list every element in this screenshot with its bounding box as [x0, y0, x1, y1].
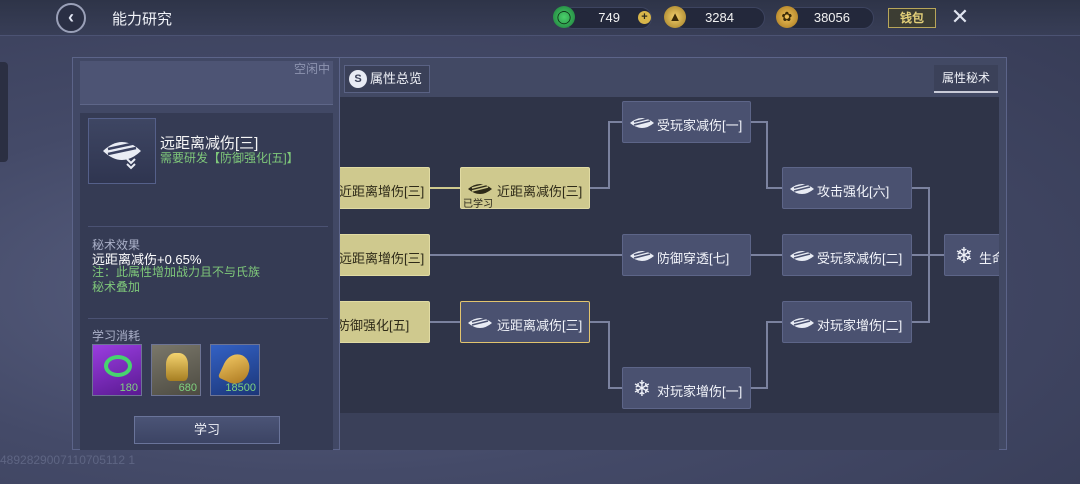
effect-note: 注：此属性增加战力且不与氏族 秘术叠加: [92, 265, 322, 295]
tree-connector: [766, 187, 782, 189]
gold-leaf-icon: ✿: [776, 6, 798, 28]
skill-requirement: 需要研发【防御强化[五]】: [160, 151, 299, 165]
overview-icon: S: [349, 70, 367, 88]
cost-item-leaf[interactable]: 18500: [210, 344, 260, 396]
back-button[interactable]: ‹: [56, 3, 86, 33]
tree-connector: [430, 254, 622, 256]
add-currency-button[interactable]: +: [638, 11, 651, 24]
skill-node-label: 生命: [979, 251, 999, 266]
tree-connector: [430, 321, 460, 323]
research-status: 空闲中: [294, 62, 331, 76]
cost-amount: 680: [178, 382, 197, 394]
skill-node-ranged-reduction-3[interactable]: 远距离减伤[三]: [460, 301, 590, 343]
leaf-currency-value: 38056: [813, 10, 850, 25]
skill-icon: [88, 118, 156, 184]
snowflake-icon: ❄: [954, 243, 974, 268]
defense-shield-icon: [103, 141, 141, 170]
tab-attribute-secrets[interactable]: 属性秘术: [934, 65, 998, 93]
divider: [88, 318, 328, 319]
tree-connector: [766, 121, 768, 189]
effect-note-line: 注：此属性增加战力且不与氏族: [92, 265, 261, 279]
tree-connector: [590, 187, 608, 189]
learned-tag: 已学习: [463, 199, 493, 210]
tree-connector: [608, 121, 622, 123]
tree-connector: [912, 254, 944, 256]
cost-amount: 180: [119, 382, 138, 394]
user-id: 4892829007110705112 1: [0, 453, 136, 467]
side-drawer-tab[interactable]: [0, 62, 8, 162]
attack-up-icon: [790, 317, 814, 328]
tree-connector: [608, 321, 610, 389]
close-button[interactable]: ✕: [946, 4, 974, 32]
attack-up-icon: [790, 183, 814, 194]
skill-node-label: 攻击强化[六]: [817, 184, 890, 199]
tree-connector: [766, 321, 768, 389]
gold-ingot-icon: ▲: [664, 6, 686, 28]
page-title: 能力研究: [112, 11, 173, 28]
tree-connector: [590, 321, 608, 323]
skill-node-defense-up-5[interactable]: 防御强化[五]: [340, 301, 430, 343]
skill-node-label: 防御强化[五]: [340, 318, 410, 333]
divider: [88, 226, 328, 227]
shield-reduction-icon: [790, 250, 814, 261]
tree-connector: [751, 254, 782, 256]
skill-node-melee-damage-3[interactable]: 近距离增伤[三]: [340, 167, 430, 209]
tree-bottom-bar: [340, 413, 999, 450]
jade-coin-icon: ◯: [553, 6, 575, 28]
tree-connector: [608, 121, 610, 189]
ingot-currency-value: 3284: [705, 10, 734, 25]
attribute-overview-button[interactable]: S 属性总览: [344, 65, 430, 93]
wallet-button[interactable]: 钱包: [888, 8, 936, 28]
skill-node-label: 近距离减伤[三]: [497, 184, 583, 199]
shield-reduction-icon: [630, 117, 654, 128]
skill-node-pvp-reduction-1[interactable]: 受玩家减伤[一]: [622, 101, 751, 143]
cost-title: 学习消耗: [92, 329, 141, 343]
tree-connector: [766, 321, 782, 323]
skill-node-attack-up-6[interactable]: 攻击强化[六]: [782, 167, 912, 209]
skill-node-pvp-reduction-2[interactable]: 受玩家减伤[二]: [782, 234, 912, 276]
skill-tree: 近距离增伤[三] 远距离增伤[三] 防御强化[五] 近距离减伤[三] 已学习 远…: [340, 97, 999, 413]
skill-node-label: 受玩家减伤[二]: [817, 251, 903, 266]
tree-connector: [430, 187, 460, 189]
shield-reduction-icon: [468, 317, 492, 328]
overview-label: 属性总览: [370, 71, 423, 86]
skill-node-label: 远距离增伤[三]: [340, 251, 425, 266]
snowflake-icon: ❄: [632, 376, 652, 401]
cost-amount: 18500: [225, 382, 256, 394]
skill-node-defense-pierce-7[interactable]: 防御穿透[七]: [622, 234, 751, 276]
jade-coin-icon: [104, 355, 132, 377]
skill-node-melee-reduction-3[interactable]: 近距离减伤[三] 已学习: [460, 167, 590, 210]
skill-node-label: 对玩家增伤[一]: [657, 384, 743, 399]
skill-node-label: 近距离增伤[三]: [340, 184, 425, 199]
skill-node-label: 远距离减伤[三]: [497, 318, 583, 333]
skill-node-pvp-damage-1[interactable]: ❄ 对玩家增伤[一]: [622, 367, 751, 409]
skill-node-label: 受玩家减伤[一]: [657, 118, 743, 133]
skill-node-life[interactable]: ❄ 生命: [944, 234, 999, 276]
skill-node-pvp-damage-2[interactable]: 对玩家增伤[二]: [782, 301, 912, 343]
skill-node-ranged-damage-3[interactable]: 远距离增伤[三]: [340, 234, 430, 276]
skill-node-label: 防御穿透[七]: [657, 251, 730, 266]
tree-connector: [608, 387, 622, 389]
gold-ingot-icon: [166, 353, 188, 381]
shield-pierce-icon: [630, 250, 654, 261]
skill-node-label: 对玩家增伤[二]: [817, 318, 903, 333]
chevron-left-icon: ‹: [68, 7, 74, 27]
jade-currency-value: 749: [598, 10, 620, 25]
effect-note-line: 秘术叠加: [92, 280, 141, 294]
close-icon: ✕: [950, 4, 970, 29]
learn-button[interactable]: 学习: [134, 416, 280, 444]
cost-item-jade[interactable]: 180: [92, 344, 142, 396]
cost-item-ingot[interactable]: 680: [151, 344, 201, 396]
